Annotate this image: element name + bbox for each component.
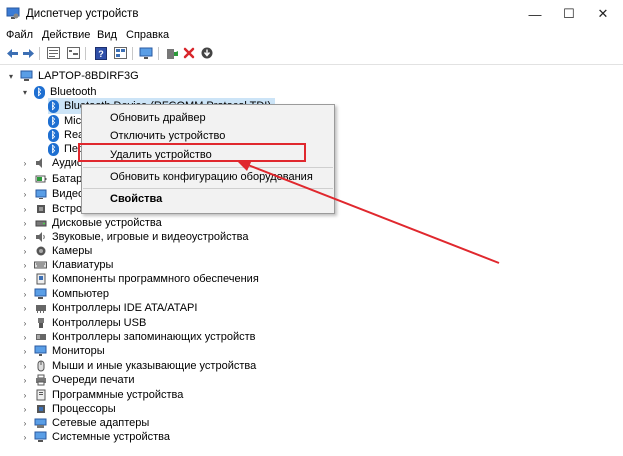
annotation-arrow [236,160,500,264]
device-manager-window: Диспетчер устройств — ☐ ✕ Файл Действие … [0,0,623,455]
